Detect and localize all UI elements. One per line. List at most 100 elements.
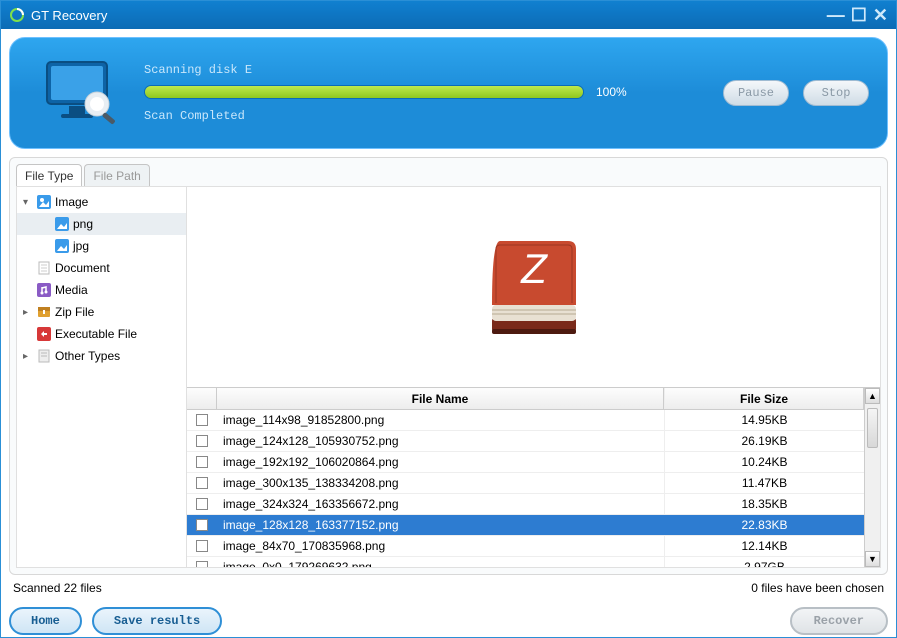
media-icon [35,283,53,297]
other-icon [35,349,53,363]
recover-button[interactable]: Recover [790,607,888,635]
tree-label: Zip File [55,305,94,319]
table-row[interactable]: image_84x70_170835968.png12.14KB [187,536,864,557]
table-row[interactable]: image_192x192_106020864.png10.24KB [187,452,864,473]
chosen-count-text: 0 files have been chosen [751,581,884,595]
tree-other[interactable]: ▸ Other Types [17,345,186,367]
tree-label: jpg [73,239,89,253]
preview-area: Z [187,187,880,387]
file-type-tree: ▾ Image png jpg Document [16,186,186,568]
maximize-button[interactable]: ☐ [851,8,867,22]
row-filename: image_192x192_106020864.png [217,452,664,472]
row-filename: image_114x98_91852800.png [217,410,664,430]
preview-book-icon: Z [474,227,594,347]
file-table-wrap: File Name File Size image_114x98_9185280… [187,387,880,567]
row-filesize: 22.83KB [664,515,864,535]
tree-executable[interactable]: Executable File [17,323,186,345]
zip-icon [35,305,53,319]
row-checkbox[interactable] [187,410,217,430]
row-checkbox[interactable] [187,515,217,535]
image-icon [53,239,71,253]
tree-label: Image [55,195,88,209]
tree-document[interactable]: Document [17,257,186,279]
scan-panel: Scanning disk E 100% Scan Completed Paus… [9,37,888,149]
tab-file-type[interactable]: File Type [16,164,82,187]
table-row[interactable]: image_114x98_91852800.png14.95KB [187,410,864,431]
col-filename[interactable]: File Name [217,388,664,409]
bottom-toolbar: Home Save results Recover [9,607,888,635]
col-filesize[interactable]: File Size [664,388,864,409]
table-row[interactable]: image_300x135_138334208.png11.47KB [187,473,864,494]
row-filesize: 26.19KB [664,431,864,451]
table-row[interactable]: image_124x128_105930752.png26.19KB [187,431,864,452]
vertical-scrollbar[interactable]: ▲ ▼ [864,388,880,567]
row-filesize: 12.14KB [664,536,864,556]
table-row[interactable]: image_128x128_163377152.png22.83KB [187,515,864,536]
row-filename: image_0x0_179269632.png [217,557,664,567]
table-row[interactable]: image_0x0_179269632.png2.97GB [187,557,864,567]
scan-status-text: Scanning disk E [144,63,711,77]
scroll-thumb[interactable] [867,408,878,448]
tree-image[interactable]: ▾ Image [17,191,186,213]
row-checkbox[interactable] [187,452,217,472]
row-filesize: 2.97GB [664,557,864,567]
tabs: File Type File Path [16,164,152,187]
save-results-button[interactable]: Save results [92,607,222,635]
image-icon [53,217,71,231]
app-window: GT Recovery — ☐ ✕ Scanning disk E [0,0,897,638]
row-checkbox[interactable] [187,536,217,556]
row-checkbox[interactable] [187,431,217,451]
tree-jpg[interactable]: jpg [17,235,186,257]
progress-section: Scanning disk E 100% Scan Completed [144,63,711,123]
document-icon [35,261,53,275]
status-bar: Scanned 22 files 0 files have been chose… [9,577,888,599]
table-header: File Name File Size [187,388,864,410]
row-checkbox[interactable] [187,494,217,514]
progress-percent: 100% [596,85,627,99]
right-pane: Z File Name File Size image_114x98_91852… [186,186,881,568]
stop-button[interactable]: Stop [803,80,869,106]
row-filesize: 14.95KB [664,410,864,430]
scroll-up-icon[interactable]: ▲ [865,388,880,404]
window-controls: — ☐ ✕ [827,8,888,22]
tree-label: Executable File [55,327,137,341]
results-area: File Type File Path ▾ Image png jpg [9,157,888,575]
collapse-icon[interactable]: ▾ [23,197,35,208]
progress-bar [144,85,584,99]
tab-file-path[interactable]: File Path [84,164,149,187]
expand-icon[interactable]: ▸ [23,307,35,318]
tree-label: Media [55,283,88,297]
tree-zip[interactable]: ▸ Zip File [17,301,186,323]
exe-icon [35,327,53,341]
svg-text:Z: Z [520,245,548,292]
app-logo-icon [9,7,25,23]
image-icon [35,195,53,209]
minimize-button[interactable]: — [827,8,845,22]
row-checkbox[interactable] [187,473,217,493]
row-filename: image_84x70_170835968.png [217,536,664,556]
monitor-icon [28,58,138,128]
table-row[interactable]: image_324x324_163356672.png18.35KB [187,494,864,515]
scanned-count-text: Scanned 22 files [13,581,102,595]
scroll-down-icon[interactable]: ▼ [865,551,880,567]
row-checkbox[interactable] [187,557,217,567]
row-filename: image_128x128_163377152.png [217,515,664,535]
app-title: GT Recovery [31,8,827,23]
progress-fill [145,86,583,98]
tree-media[interactable]: Media [17,279,186,301]
tree-label: Other Types [55,349,120,363]
row-filesize: 10.24KB [664,452,864,472]
col-checkbox[interactable] [187,388,217,409]
close-button[interactable]: ✕ [873,8,888,22]
home-button[interactable]: Home [9,607,82,635]
expand-icon[interactable]: ▸ [23,351,35,362]
row-filename: image_324x324_163356672.png [217,494,664,514]
row-filename: image_124x128_105930752.png [217,431,664,451]
tree-png[interactable]: png [17,213,186,235]
scan-substatus-text: Scan Completed [144,109,711,123]
pause-button[interactable]: Pause [723,80,789,106]
tree-label: Document [55,261,110,275]
row-filename: image_300x135_138334208.png [217,473,664,493]
file-table: File Name File Size image_114x98_9185280… [187,388,864,567]
titlebar: GT Recovery — ☐ ✕ [1,1,896,29]
